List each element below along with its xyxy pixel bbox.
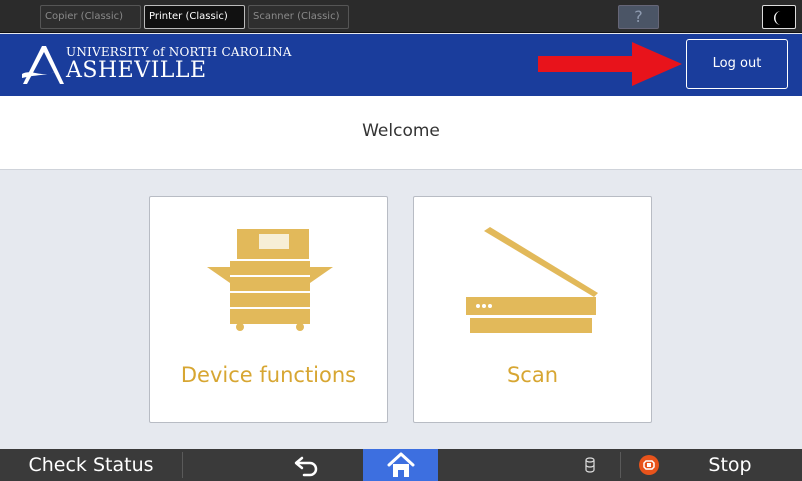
scanner-icon xyxy=(466,227,598,333)
scan-tile[interactable]: Scan xyxy=(413,196,652,423)
stop-icon xyxy=(639,455,659,475)
help-button[interactable]: ? xyxy=(618,5,659,29)
tab-scanner-classic[interactable]: Scanner (Classic) xyxy=(248,5,349,29)
bottom-bar: Check Status Stop xyxy=(0,449,802,481)
dark-mode-button[interactable] xyxy=(762,5,796,29)
check-status-button[interactable]: Check Status xyxy=(0,449,182,481)
unca-logo: UNIVERSITY of NORTH CAROLINA ASHEVILLE xyxy=(20,40,291,90)
mountain-logo-icon xyxy=(22,46,64,84)
device-functions-label: Device functions xyxy=(180,363,357,387)
stop-button[interactable]: Stop xyxy=(680,449,780,481)
divider xyxy=(620,452,621,478)
stop-indicator xyxy=(636,449,662,481)
device-functions-tile[interactable]: Device functions xyxy=(149,196,388,423)
home-button[interactable] xyxy=(363,449,438,481)
tab-copier-classic[interactable]: Copier (Classic) xyxy=(40,5,141,29)
data-storage-icon xyxy=(585,457,595,473)
welcome-bar: Welcome xyxy=(0,96,802,170)
back-arrow-icon xyxy=(294,456,318,477)
logo-university-text: UNIVERSITY of NORTH CAROLINA xyxy=(66,45,292,59)
welcome-title: Welcome xyxy=(362,121,440,141)
home-icon xyxy=(387,452,414,477)
moon-icon xyxy=(774,11,781,25)
logout-button[interactable]: Log out xyxy=(686,39,788,89)
back-button[interactable] xyxy=(272,449,342,481)
data-indicator xyxy=(578,449,602,481)
red-arrow-annotation xyxy=(538,42,682,86)
copier-icon xyxy=(207,229,333,331)
divider xyxy=(182,452,183,478)
scan-label: Scan xyxy=(506,363,559,387)
tab-printer-classic[interactable]: Printer (Classic) xyxy=(144,5,245,29)
logo-asheville-text: ASHEVILLE xyxy=(66,58,207,83)
top-bar: Copier (Classic) Printer (Classic) Scann… xyxy=(0,0,802,33)
